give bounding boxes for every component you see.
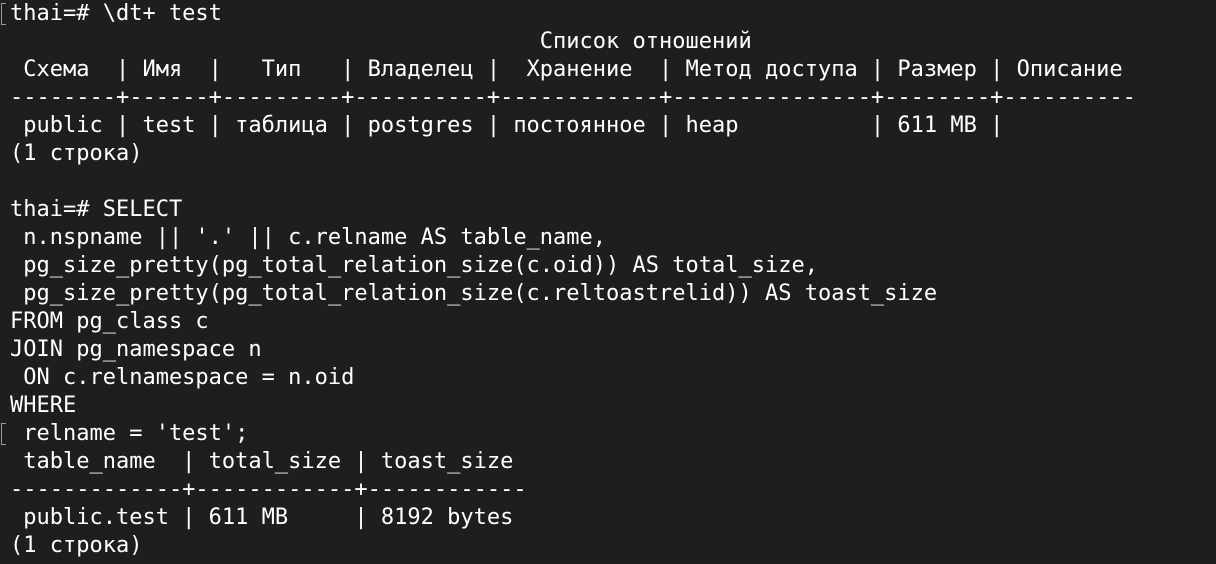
query-line: pg_size_pretty(pg_total_relation_size(c.… <box>10 253 818 278</box>
table-separator: --------+------+---------+----------+---… <box>10 85 1136 110</box>
table-caption: Список отношений <box>10 29 752 54</box>
row-count: (1 строка) <box>10 141 143 166</box>
prompt-line: thai=# SELECT <box>10 197 183 222</box>
prompt-mark-icon <box>1 423 6 445</box>
query-line: relname = 'test'; <box>10 421 249 446</box>
table-header: table_name | total_size | toast_size <box>10 449 514 474</box>
table-header: Схема | Имя | Тип | Владелец | Хранение … <box>10 57 1123 82</box>
query-line: FROM pg_class c <box>10 309 209 334</box>
query-line: pg_size_pretty(pg_total_relation_size(c.… <box>10 281 938 306</box>
prompt-mark-icon <box>1 3 6 25</box>
table-row: public | test | таблица | postgres | пос… <box>10 113 1004 138</box>
table-row: public.test | 611 MB | 8192 bytes <box>10 505 514 530</box>
terminal-window[interactable]: thai=# \dt+ test Список отношений Схема … <box>0 0 1216 564</box>
row-count: (1 строка) <box>10 533 143 558</box>
prompt-line: thai=# \dt+ test <box>10 1 222 26</box>
table-separator: -------------+------------+------------ <box>10 477 527 502</box>
query-line: n.nspname || '.' || c.relname AS table_n… <box>10 225 607 250</box>
query-line: JOIN pg_namespace n <box>10 337 262 362</box>
query-line: ON c.relnamespace = n.oid <box>10 365 355 390</box>
query-line: WHERE <box>10 393 77 418</box>
